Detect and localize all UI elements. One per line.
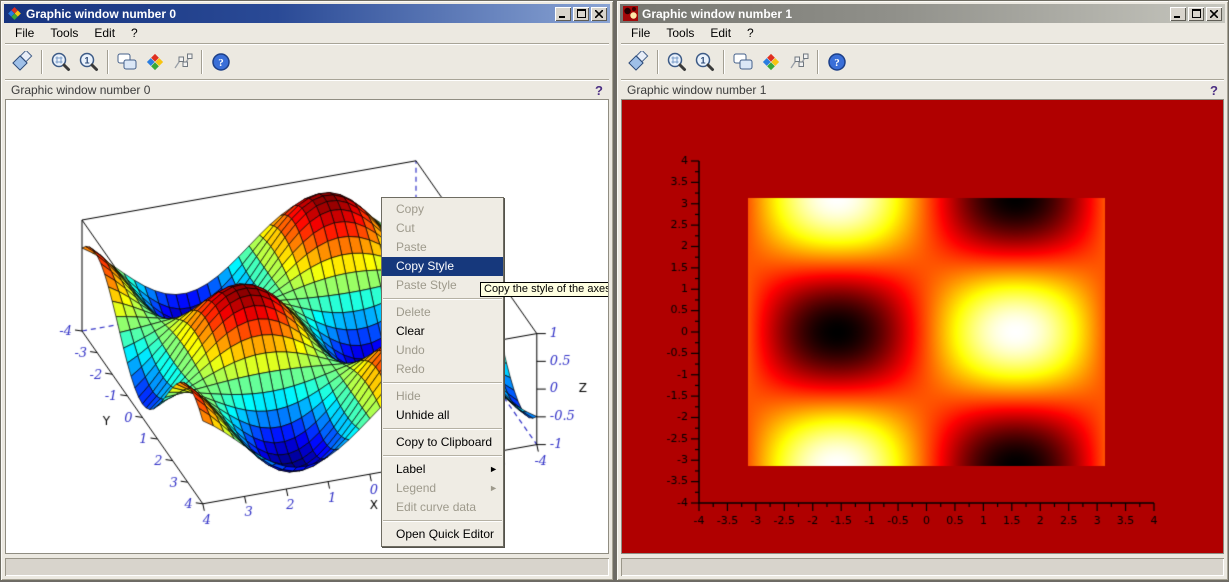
datatips-icon[interactable] (785, 48, 813, 76)
scilab-figure-icon (7, 6, 22, 21)
menu-separator (383, 520, 502, 522)
context-menu-item-edit-curve-data[interactable]: Edit curve data (382, 498, 503, 517)
menu-edit[interactable]: Edit (702, 25, 739, 41)
menu-edit[interactable]: Edit (86, 25, 123, 41)
separator (817, 50, 819, 74)
datatips-icon[interactable] (169, 48, 197, 76)
context-menu-item-copy[interactable]: Copy (382, 200, 503, 219)
info-bar: Graphic window number 1 ? (621, 81, 1224, 99)
window-title: Graphic window number 1 (642, 7, 1166, 21)
rotate-icon[interactable] (9, 48, 37, 76)
svg-text:1: 1 (84, 56, 89, 66)
original-view-icon[interactable]: 1 (691, 48, 719, 76)
menu-separator (383, 298, 502, 300)
separator (657, 50, 659, 74)
info-label: Graphic window number 1 (627, 83, 766, 97)
menu-help[interactable]: ? (739, 25, 762, 41)
minimize-button[interactable] (555, 7, 571, 21)
colormap-diamond-icon[interactable] (757, 48, 785, 76)
context-menu-item-copy-to-clipboard[interactable]: Copy to Clipboard (382, 433, 503, 452)
submenu-arrow-icon: ► (489, 460, 498, 479)
context-menu-item-cut[interactable]: Cut (382, 219, 503, 238)
tool-bar: 1 ? (5, 45, 609, 79)
surface-plot-canvas[interactable] (6, 100, 609, 554)
title-bar[interactable]: Graphic window number 0 (4, 4, 610, 23)
context-menu-item-undo[interactable]: Undo (382, 341, 503, 360)
context-menu-item-clear[interactable]: Clear (382, 322, 503, 341)
rotate-icon[interactable] (625, 48, 653, 76)
menu-separator (383, 428, 502, 430)
separator (723, 50, 725, 74)
maximize-button[interactable] (1188, 7, 1204, 21)
zoom-area-icon[interactable] (47, 48, 75, 76)
submenu-arrow-icon: ► (489, 479, 498, 498)
menu-bar: File Tools Edit ? (621, 24, 1224, 42)
menu-separator (383, 455, 502, 457)
close-button[interactable] (591, 7, 607, 21)
minimize-button[interactable] (1170, 7, 1186, 21)
context-menu-item-redo[interactable]: Redo (382, 360, 503, 379)
help-icon[interactable]: ? (207, 48, 235, 76)
info-help-icon[interactable]: ? (1210, 83, 1218, 98)
title-bar[interactable]: Graphic window number 1 (620, 4, 1225, 23)
separator (41, 50, 43, 74)
separator (107, 50, 109, 74)
info-bar: Graphic window number 0 ? (5, 81, 609, 99)
help-icon[interactable]: ? (823, 48, 851, 76)
plot-area: CopyCutPasteCopy StylePaste StyleDeleteC… (5, 99, 609, 554)
tooltip: Copy the style of the axes (480, 282, 609, 297)
menu-tools[interactable]: Tools (42, 25, 86, 41)
context-menu-item-legend[interactable]: Legend► (382, 479, 503, 498)
info-help-icon[interactable]: ? (595, 83, 603, 98)
menu-separator (383, 382, 502, 384)
svg-text:?: ? (218, 57, 224, 69)
status-bar (621, 558, 1224, 576)
window-graphic-1: Graphic window number 1 File Tools Edit … (616, 0, 1229, 581)
colormap-diamond-icon[interactable] (141, 48, 169, 76)
context-menu-item-hide[interactable]: Hide (382, 387, 503, 406)
figure-options-icon[interactable] (729, 48, 757, 76)
figure-options-icon[interactable] (113, 48, 141, 76)
window-graphic-0: Graphic window number 0 File Tools Edit … (0, 0, 614, 581)
original-view-icon[interactable]: 1 (75, 48, 103, 76)
tool-bar: 1 ? (621, 45, 1224, 79)
maximize-button[interactable] (573, 7, 589, 21)
menu-file[interactable]: File (623, 25, 658, 41)
context-menu: CopyCutPasteCopy StylePaste StyleDeleteC… (381, 197, 504, 547)
svg-text:1: 1 (700, 56, 705, 66)
info-label: Graphic window number 0 (11, 83, 150, 97)
context-menu-item-unhide-all[interactable]: Unhide all (382, 406, 503, 425)
zoom-area-icon[interactable] (663, 48, 691, 76)
heatmap-canvas[interactable] (622, 100, 1224, 554)
scilab-figure-icon (623, 6, 638, 21)
context-menu-item-copy-style[interactable]: Copy Style (382, 257, 503, 276)
svg-text:?: ? (834, 57, 840, 69)
menu-file[interactable]: File (7, 25, 42, 41)
menu-bar: File Tools Edit ? (5, 24, 609, 42)
context-menu-item-open-quick-editor[interactable]: Open Quick Editor (382, 525, 503, 544)
menu-tools[interactable]: Tools (658, 25, 702, 41)
plot-area (621, 99, 1224, 554)
status-bar (5, 558, 609, 576)
menu-help[interactable]: ? (123, 25, 146, 41)
close-button[interactable] (1206, 7, 1222, 21)
context-menu-item-paste[interactable]: Paste (382, 238, 503, 257)
context-menu-item-delete[interactable]: Delete (382, 303, 503, 322)
window-title: Graphic window number 0 (26, 7, 551, 21)
separator (201, 50, 203, 74)
context-menu-item-label[interactable]: Label► (382, 460, 503, 479)
